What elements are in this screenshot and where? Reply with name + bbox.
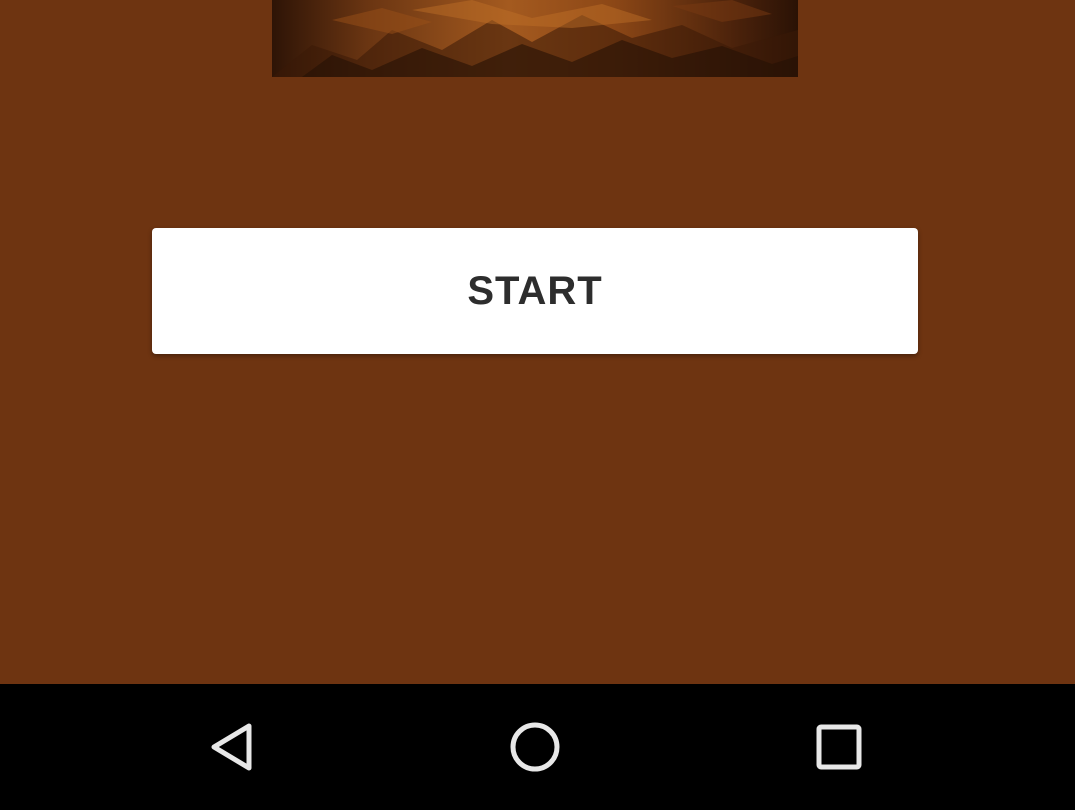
recents-button[interactable] [779, 684, 899, 810]
recents-square-icon [816, 724, 862, 770]
banner-texture [272, 0, 798, 77]
system-navigation-bar [0, 684, 1075, 810]
start-button[interactable]: START [152, 228, 918, 354]
home-button[interactable] [475, 684, 595, 810]
back-triangle-icon [211, 723, 252, 771]
app-screen: START [0, 0, 1075, 684]
banner-image [272, 0, 798, 77]
back-button[interactable] [172, 684, 292, 810]
home-circle-icon [510, 722, 560, 772]
